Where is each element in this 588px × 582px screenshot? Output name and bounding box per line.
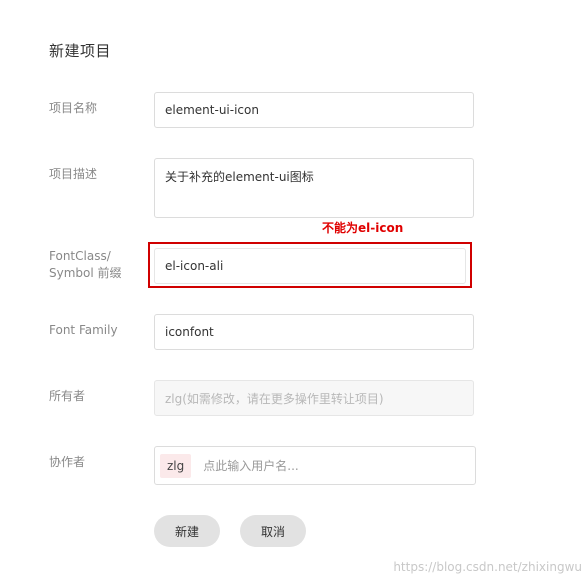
project-description-value: 关于补充的element-ui图标 bbox=[165, 170, 314, 184]
project-name-input[interactable]: element-ui-icon bbox=[154, 92, 474, 128]
prefix-annotation: 不能为el-icon bbox=[322, 221, 404, 235]
project-name-label: 项目名称 bbox=[49, 101, 98, 115]
font-class-prefix-label-line1: FontClass/ bbox=[49, 249, 111, 263]
project-description-textarea[interactable]: 关于补充的element-ui图标 bbox=[154, 158, 474, 218]
create-button[interactable]: 新建 bbox=[154, 515, 220, 547]
font-class-prefix-label: FontClass/ Symbol 前缀 bbox=[49, 248, 122, 282]
font-family-label: Font Family bbox=[49, 323, 118, 337]
collaborators-placeholder: 点此输入用户名... bbox=[203, 459, 299, 473]
project-description-label: 项目描述 bbox=[49, 167, 98, 181]
collaborators-label: 协作者 bbox=[49, 455, 86, 469]
watermark: https://blog.csdn.net/zhixingwu bbox=[393, 560, 582, 574]
owner-label: 所有者 bbox=[49, 389, 86, 403]
owner-value: zlg(如需修改，请在更多操作里转让项目) bbox=[165, 391, 384, 406]
font-family-value: iconfont bbox=[165, 325, 214, 339]
collaborator-tag[interactable]: zlg bbox=[160, 453, 192, 478]
owner-input: zlg(如需修改，请在更多操作里转让项目) bbox=[154, 380, 474, 416]
page-title: 新建项目 bbox=[49, 42, 112, 60]
font-family-input[interactable]: iconfont bbox=[154, 314, 474, 350]
highlight-frame bbox=[148, 242, 472, 288]
project-name-value: element-ui-icon bbox=[165, 103, 259, 117]
collaborators-input[interactable]: zlg 点此输入用户名... bbox=[154, 446, 476, 485]
cancel-button[interactable]: 取消 bbox=[240, 515, 306, 547]
font-class-prefix-label-line2: Symbol 前缀 bbox=[49, 266, 122, 280]
